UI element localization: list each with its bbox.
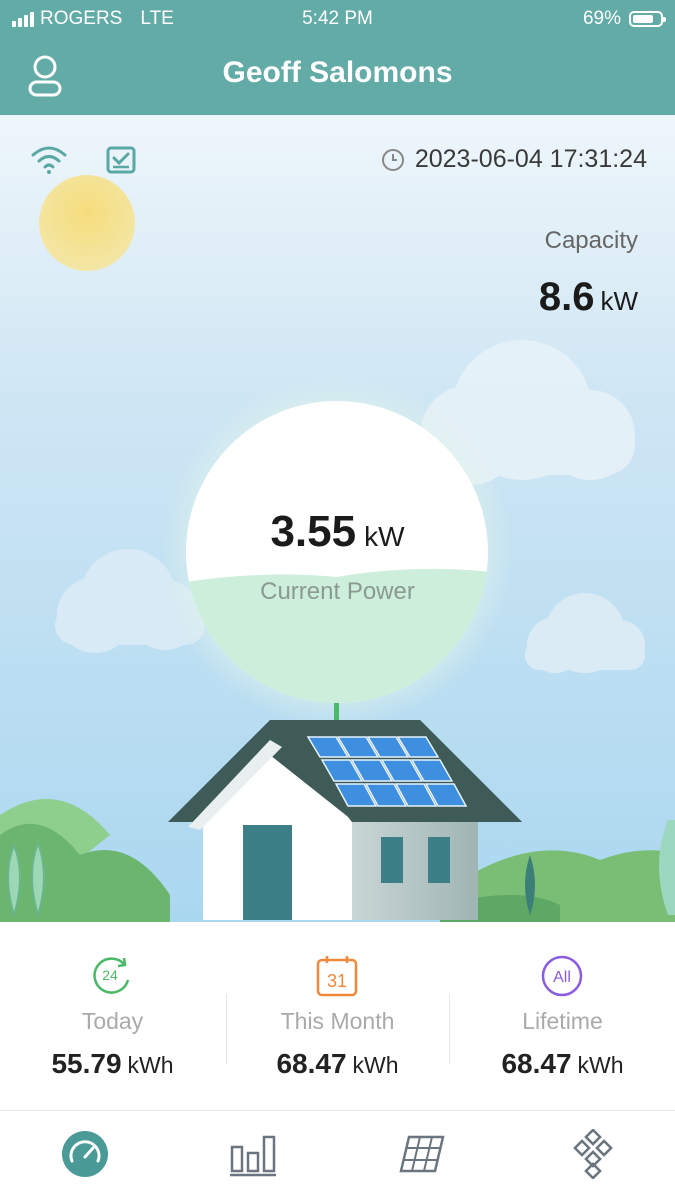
- status-time: 5:42 PM: [302, 8, 373, 29]
- current-power-number: 3.55: [270, 507, 357, 556]
- current-power-value: 3.55 kW: [0, 507, 675, 557]
- page-title: Geoff Salomons: [222, 56, 453, 89]
- tab-panels-solar-panel-icon[interactable]: [397, 1129, 447, 1179]
- stat-label: Today: [81, 1008, 144, 1034]
- all-circle-icon: All: [541, 955, 583, 997]
- tab-statistics-bar-chart-icon[interactable]: [228, 1129, 278, 1179]
- timestamp-text: 2023-06-04 17:31:24: [414, 145, 647, 173]
- capacity-number: 8.6: [538, 275, 595, 319]
- today-icon-text: 24: [102, 967, 118, 983]
- 24h-refresh-icon: 24: [93, 957, 130, 994]
- battery-percent: 69%: [582, 8, 621, 29]
- clock-icon: [381, 148, 404, 171]
- power-station-scene: 2023-06-04 17:31:24 Capacity 8.6 kW 3.55 k…: [0, 115, 675, 922]
- current-power-label: Current Power: [260, 578, 415, 605]
- stat-lifetime[interactable]: All Lifetime 68.47 kWh: [450, 922, 675, 1110]
- status-bar: ROGERS LTE 5:42 PM 69%: [0, 0, 675, 38]
- app-header: Geoff Salomons: [0, 38, 675, 115]
- stat-value: 55.79 kWh: [51, 1048, 174, 1079]
- tab-devices-grid-diamond-icon[interactable]: [568, 1129, 618, 1179]
- stat-today[interactable]: 24 Today 55.79 kWh: [0, 922, 225, 1110]
- stat-this-month[interactable]: 31 This Month 68.47 kWh: [225, 922, 450, 1110]
- stat-label: Lifetime: [522, 1008, 603, 1034]
- stat-value: 68.47 kWh: [501, 1048, 624, 1079]
- last-update-time: 2023-06-04 17:31:24: [381, 145, 647, 174]
- stat-value: 68.47 kWh: [276, 1048, 399, 1079]
- lifetime-icon-text: All: [553, 969, 571, 986]
- energy-stats: 24 Today 55.79 kWh 31 This Month 68.47 kWh…: [0, 922, 675, 1111]
- stat-label: This Month: [280, 1008, 395, 1034]
- capacity-label: Capacity: [544, 227, 638, 254]
- current-power-unit: kW: [364, 521, 405, 552]
- bottom-tab-bar: [0, 1111, 675, 1200]
- calendar-icon: 31: [316, 956, 358, 997]
- checklist-icon[interactable]: [106, 146, 136, 176]
- tab-overview-gauge-icon[interactable]: [60, 1129, 110, 1179]
- wifi-icon: [31, 146, 67, 174]
- month-icon-text: 31: [327, 971, 347, 991]
- capacity-value: 8.6 kW: [539, 275, 638, 320]
- capacity-unit: kW: [600, 286, 638, 316]
- sun-icon: [39, 175, 135, 271]
- battery-icon: [629, 11, 666, 27]
